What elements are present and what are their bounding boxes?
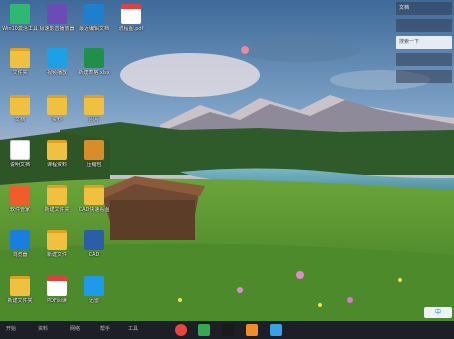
folder-icon	[84, 185, 104, 205]
side-panel-row[interactable]	[396, 19, 452, 32]
desktop-icon[interactable]: 最近编辑文档	[74, 4, 114, 32]
cad-icon	[84, 230, 104, 250]
play-store-icon[interactable]	[198, 324, 210, 336]
desktop-icon-label: 软件管家	[9, 207, 30, 213]
desktop-icon[interactable]: 课程资料	[37, 140, 77, 168]
desktop-icon-label: 新建文件夹	[7, 298, 33, 304]
taskbar-item[interactable]: 开始	[6, 325, 16, 332]
folder-icon	[10, 95, 30, 115]
app-icon	[47, 4, 67, 24]
side-panel: 文档 搜索一下	[396, 2, 452, 87]
desktop-icon[interactable]: 新建文件夹	[37, 185, 77, 213]
app-icon	[10, 230, 30, 250]
folder-icon	[84, 95, 104, 115]
desktop-icon[interactable]: 新建文件	[37, 230, 77, 258]
side-panel-row[interactable]	[396, 53, 452, 66]
desktop-icon[interactable]: 压缩包	[74, 140, 114, 168]
excel-icon	[84, 48, 104, 68]
taskbar-item[interactable]: 资料	[38, 325, 48, 332]
folder-icon	[10, 48, 30, 68]
side-panel-search[interactable]: 搜索一下	[396, 36, 452, 49]
pdf-icon	[47, 276, 67, 296]
desktop: Win10激活工具 极速影音播放器 最近编辑文档 流程图.pdf 文件夹 视频播放 新建表格…	[0, 0, 454, 339]
desktop-icon-label: 资料	[51, 117, 62, 123]
app-icon	[84, 276, 104, 296]
desktop-icon[interactable]: 新建文件夹	[0, 276, 40, 304]
desktop-icon-label: PDF阅读	[47, 298, 67, 304]
app-icon	[10, 185, 30, 205]
desktop-icon-label: 视频播放	[46, 70, 67, 76]
desktop-icon[interactable]: 新建表格.xlsx	[74, 48, 114, 76]
desktop-icon-label: 极速影音播放器	[39, 26, 75, 32]
desktop-icon-label: 流程图.pdf	[118, 26, 144, 32]
folder-icon	[47, 95, 67, 115]
desktop-icon-label: Win10激活工具	[2, 26, 38, 32]
desktop-icon-label: 文件夹	[12, 70, 28, 76]
desktop-icon[interactable]: 文档	[0, 95, 40, 123]
pdf-icon	[121, 4, 141, 24]
desktop-icon[interactable]: 极速影音播放器	[37, 4, 77, 32]
desktop-icon[interactable]: 文件夹	[0, 48, 40, 76]
desktop-icon[interactable]: 软件管家	[0, 185, 40, 213]
desktop-icon[interactable]: 说明文档	[0, 140, 40, 168]
folder-icon	[47, 230, 67, 250]
desktop-icon-label: 最近编辑文档	[78, 26, 109, 32]
folder-icon	[47, 185, 67, 205]
desktop-icon-label: 浏览器	[12, 252, 28, 258]
app-icon	[10, 4, 30, 24]
chrome-icon[interactable]	[175, 324, 187, 336]
desktop-icon-label: CAD	[88, 252, 100, 258]
app-icon[interactable]	[270, 324, 282, 336]
taskbar-item[interactable]: 工具	[128, 325, 138, 332]
archive-icon	[84, 140, 104, 160]
ime-indicator[interactable]: 中	[424, 307, 452, 318]
desktop-icon-label: 新建表格.xlsx	[78, 70, 110, 76]
side-panel-row[interactable]	[396, 70, 452, 83]
folder-icon	[47, 140, 67, 160]
side-panel-row[interactable]: 文档	[396, 2, 452, 15]
camera-icon[interactable]	[222, 324, 234, 336]
taskbar-item[interactable]: 网络	[70, 325, 80, 332]
desktop-icon[interactable]: Win10激活工具	[0, 4, 40, 32]
desktop-icon[interactable]: CAD	[74, 230, 114, 258]
desktop-icon[interactable]: 图片	[74, 95, 114, 123]
desktop-icon-label: 图片	[88, 117, 99, 123]
desktop-icon-label: 文档	[14, 117, 25, 123]
taskbar: 开始 资料 网络 帮手 工具	[0, 321, 454, 339]
folder-icon	[10, 276, 30, 296]
desktop-icon-label: 迅雷	[88, 298, 99, 304]
doc-icon	[10, 140, 30, 160]
desktop-icon-label: CAD快速看图	[78, 207, 110, 213]
desktop-icon[interactable]: 流程图.pdf	[111, 4, 151, 32]
desktop-icon[interactable]: CAD快速看图	[74, 185, 114, 213]
desktop-icon-label: 压缩包	[86, 162, 102, 168]
desktop-icon[interactable]: 视频播放	[37, 48, 77, 76]
desktop-icon[interactable]: 资料	[37, 95, 77, 123]
desktop-icon[interactable]: 浏览器	[0, 230, 40, 258]
desktop-icon-label: 新建文件夹	[44, 207, 70, 213]
desktop-icon[interactable]: 迅雷	[74, 276, 114, 304]
desktop-icon-label: 课程资料	[46, 162, 67, 168]
office-icon[interactable]	[246, 324, 258, 336]
app-icon	[84, 4, 104, 24]
taskbar-item[interactable]: 帮手	[100, 325, 110, 332]
desktop-icon[interactable]: PDF阅读	[37, 276, 77, 304]
desktop-icon-label: 说明文档	[9, 162, 30, 168]
app-icon	[47, 48, 67, 68]
desktop-icon-label: 新建文件	[46, 252, 67, 258]
